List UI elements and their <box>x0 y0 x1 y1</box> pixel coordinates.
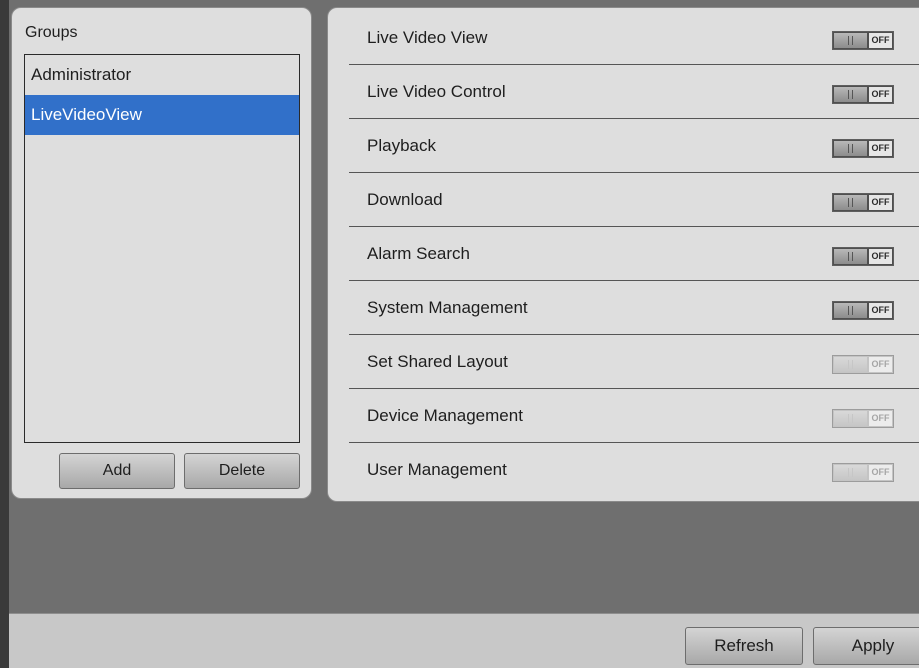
permission-label: User Management <box>367 460 507 479</box>
permission-label: Playback <box>367 136 436 155</box>
add-group-button[interactable]: Add <box>59 453 175 489</box>
toggle-knob <box>834 303 867 318</box>
toggle-state-text: OFF <box>869 195 892 210</box>
groups-title: Groups <box>25 24 78 41</box>
toggle-state-text: OFF <box>869 33 892 48</box>
toggle-knob <box>834 141 867 156</box>
permission-toggle-user-management[interactable]: OFF <box>832 463 894 482</box>
left-edge-strip <box>0 0 9 668</box>
toggle-state-text: OFF <box>869 87 892 102</box>
permission-row-user-management: User Management OFF <box>349 443 919 497</box>
permissions-panel: Live Video View OFF Live Video Control O… <box>327 7 919 502</box>
refresh-button[interactable]: Refresh <box>685 627 803 665</box>
permission-toggle-device-management[interactable]: OFF <box>832 409 894 428</box>
permission-toggle-live-video-view[interactable]: OFF <box>832 31 894 50</box>
apply-button[interactable]: Apply <box>813 627 919 665</box>
permission-row-live-video-control: Live Video Control OFF <box>349 65 919 119</box>
toggle-state-text: OFF <box>869 357 892 372</box>
permission-row-playback: Playback OFF <box>349 119 919 173</box>
toggle-knob <box>834 249 867 264</box>
permission-toggle-download[interactable]: OFF <box>832 193 894 212</box>
toggle-knob <box>834 357 867 372</box>
groups-panel: Groups Administrator LiveVideoView Add D… <box>11 7 312 499</box>
permission-toggle-set-shared-layout[interactable]: OFF <box>832 355 894 374</box>
toggle-state-text: OFF <box>869 411 892 426</box>
permission-label: Alarm Search <box>367 244 470 263</box>
permission-toggle-live-video-control[interactable]: OFF <box>832 85 894 104</box>
permission-label: Live Video View <box>367 28 488 47</box>
group-item-administrator[interactable]: Administrator <box>25 55 299 95</box>
permission-toggle-playback[interactable]: OFF <box>832 139 894 158</box>
permission-label: Set Shared Layout <box>367 352 508 371</box>
toggle-knob <box>834 195 867 210</box>
toggle-knob <box>834 411 867 426</box>
toggle-state-text: OFF <box>869 249 892 264</box>
toggle-state-text: OFF <box>869 303 892 318</box>
permission-row-device-management: Device Management OFF <box>349 389 919 443</box>
permission-row-live-video-view: Live Video View OFF <box>349 11 919 65</box>
permission-row-system-management: System Management OFF <box>349 281 919 335</box>
user-group-permissions-window: Groups Administrator LiveVideoView Add D… <box>0 0 919 668</box>
permission-label: Download <box>367 190 443 209</box>
toggle-knob <box>834 465 867 480</box>
permission-row-download: Download OFF <box>349 173 919 227</box>
permission-row-alarm-search: Alarm Search OFF <box>349 227 919 281</box>
toggle-state-text: OFF <box>869 465 892 480</box>
permission-toggle-alarm-search[interactable]: OFF <box>832 247 894 266</box>
permission-label: Device Management <box>367 406 523 425</box>
bottom-action-bar: Refresh Apply <box>9 613 919 668</box>
toggle-knob <box>834 87 867 102</box>
permission-row-set-shared-layout: Set Shared Layout OFF <box>349 335 919 389</box>
toggle-knob <box>834 33 867 48</box>
toggle-state-text: OFF <box>869 141 892 156</box>
delete-group-button[interactable]: Delete <box>184 453 300 489</box>
permission-label: Live Video Control <box>367 82 506 101</box>
permission-label: System Management <box>367 298 528 317</box>
group-item-livevideoview[interactable]: LiveVideoView <box>25 95 299 135</box>
groups-list[interactable]: Administrator LiveVideoView <box>24 54 300 443</box>
permission-toggle-system-management[interactable]: OFF <box>832 301 894 320</box>
